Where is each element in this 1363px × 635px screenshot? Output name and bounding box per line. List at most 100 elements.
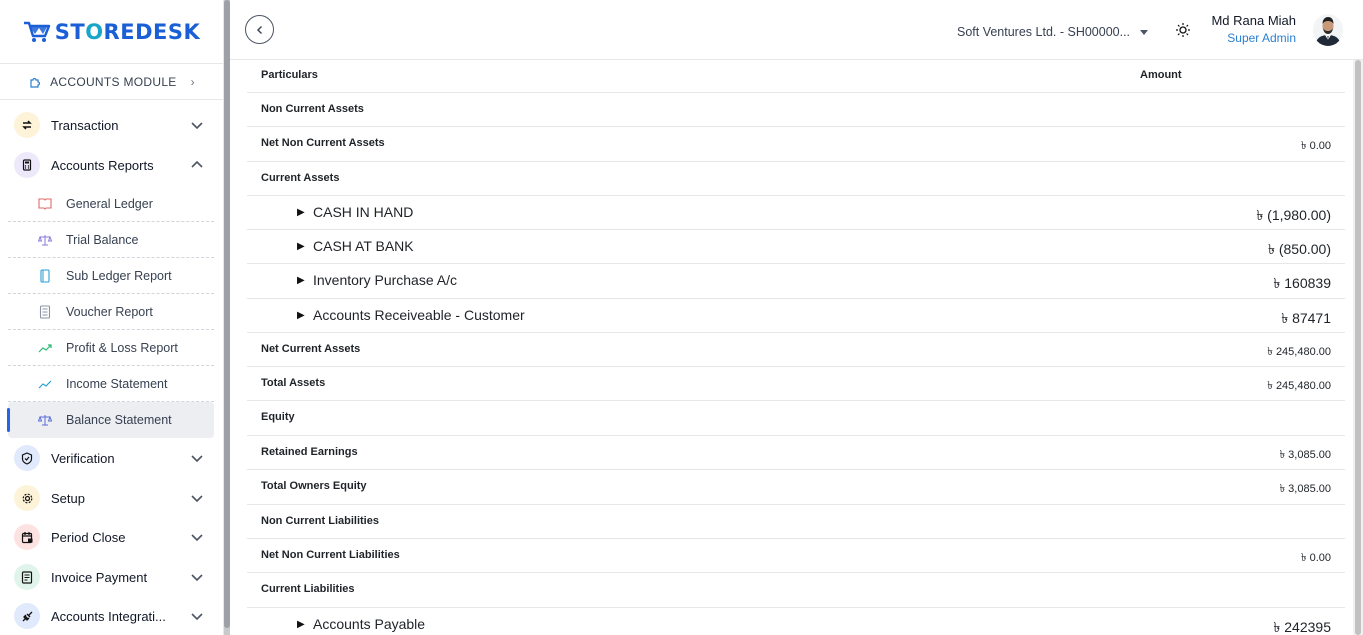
theme-toggle-sun-icon[interactable] [1175, 22, 1191, 38]
invoice-icon [14, 564, 40, 590]
row-amount: ৳ 87471 [1281, 310, 1331, 326]
chevron-down-icon [191, 495, 203, 503]
table-row: Current Liabilities [247, 573, 1345, 608]
sidebar-item-voucher-report[interactable]: Voucher Report [8, 294, 214, 330]
document-icon [38, 304, 52, 319]
chevron-right-icon: › [190, 74, 195, 89]
module-switcher[interactable]: ACCOUNTS MODULE › [0, 64, 223, 100]
table-row: Equity [247, 401, 1345, 436]
expand-triangle-icon[interactable]: ▶ [297, 241, 305, 252]
chevron-left-icon [256, 25, 262, 34]
back-button[interactable] [245, 15, 274, 44]
table-row: Net Non Current Assets ৳ 0.00 [247, 127, 1345, 162]
sidebar-item-income-statement[interactable]: Income Statement [8, 366, 214, 402]
sidebar-group-label: Invoice Payment [51, 569, 148, 585]
sidebar-group-period-close[interactable]: Period Close [0, 517, 223, 557]
row-particular: CASH AT BANK [313, 238, 414, 254]
sidebar-item-label: Income Statement [66, 376, 168, 391]
table-row-expandable[interactable]: ▶ Accounts Payable ৳ 242395 [247, 608, 1345, 635]
puzzle-icon [30, 77, 41, 88]
row-amount: ৳ 0.00 [1301, 552, 1331, 564]
row-amount: ৳ 0.00 [1301, 140, 1331, 152]
expand-triangle-icon[interactable]: ▶ [297, 275, 305, 286]
row-particular: Inventory Purchase A/c [313, 272, 457, 288]
sidebar-group-accounts-reports[interactable]: Accounts Reports [0, 145, 223, 185]
table-row: Total Owners Equity ৳ 3,085.00 [247, 470, 1345, 505]
content-scrollbar-thumb[interactable] [1355, 60, 1361, 635]
table-row-expandable[interactable]: ▶ Inventory Purchase A/c ৳ 160839 [247, 264, 1345, 299]
sidebar-item-label: Balance Statement [66, 413, 172, 427]
user-role: Super Admin [1227, 31, 1296, 45]
row-particular: Net Non Current Assets [261, 137, 385, 149]
caret-down-icon[interactable] [1140, 30, 1148, 35]
sidebar-group-invoice-payment[interactable]: Invoice Payment [0, 557, 223, 597]
sidebar-group-label: Period Close [51, 529, 126, 545]
sidebar: STOREDESK ACCOUNTS MODULE › Transaction … [0, 0, 224, 635]
sidebar-item-trial-balance[interactable]: Trial Balance [8, 222, 214, 258]
expand-triangle-icon[interactable]: ▶ [297, 207, 305, 218]
row-amount: ৳ 245,480.00 [1267, 380, 1331, 392]
balance-statement-panel: Particulars Amount Non Current Assets Net… [230, 60, 1363, 635]
sidebar-item-label: Trial Balance [66, 232, 139, 247]
company-selector[interactable]: Soft Ventures Ltd. - SH00000... [957, 25, 1130, 39]
row-particular: Accounts Receiveable - Customer [313, 307, 525, 323]
table-row: Retained Earnings ৳ 3,085.00 [247, 436, 1345, 470]
expand-triangle-icon[interactable]: ▶ [297, 619, 305, 630]
sidebar-item-profit-loss-report[interactable]: Profit & Loss Report [8, 330, 214, 366]
sidebar-group-label: Verification [51, 450, 115, 466]
sidebar-group-label: Accounts Reports [51, 157, 154, 173]
table-row-expandable[interactable]: ▶ CASH IN HAND ৳ (1,980.00) [247, 196, 1345, 230]
book-icon [38, 197, 52, 211]
row-amount: ৳ 242395 [1273, 619, 1331, 635]
chevron-down-icon [191, 613, 203, 621]
row-particular: Retained Earnings [261, 446, 358, 458]
sidebar-group-label: Transaction [51, 117, 119, 133]
user-name: Md Rana Miah [1211, 13, 1296, 28]
sidebar-group-setup[interactable]: Setup [0, 478, 223, 518]
arrows-exchange-icon [14, 112, 40, 138]
table-row: Non Current Liabilities [247, 505, 1345, 539]
sidebar-item-label: Sub Ledger Report [66, 268, 172, 283]
sidebar-group-transaction[interactable]: Transaction [0, 105, 223, 145]
sidebar-group-accounts-integration[interactable]: Accounts Integrati... [0, 596, 223, 635]
content-scrollbar[interactable] [1353, 60, 1363, 635]
chevron-down-icon [191, 534, 203, 542]
row-particular: Current Liabilities [261, 583, 355, 595]
table-row: Non Current Assets [247, 93, 1345, 127]
chevron-down-icon [191, 574, 203, 582]
row-amount: ৳ 245,480.00 [1267, 346, 1331, 358]
table-row-expandable[interactable]: ▶ CASH AT BANK ৳ (850.00) [247, 230, 1345, 264]
sidebar-item-label: General Ledger [66, 196, 153, 211]
table-row: Total Assets ৳ 245,480.00 [247, 367, 1345, 401]
calculator-icon [14, 152, 40, 178]
row-amount: ৳ 3,085.00 [1279, 449, 1331, 461]
sidebar-item-balance-statement[interactable]: Balance Statement [7, 402, 214, 438]
row-particular: Non Current Assets [261, 103, 364, 115]
scale-icon [38, 233, 52, 247]
table-row: Net Non Current Liabilities ৳ 0.00 [247, 539, 1345, 573]
table-row-expandable[interactable]: ▶ Accounts Receiveable - Customer ৳ 87471 [247, 299, 1345, 333]
row-amount: ৳ (850.00) [1267, 241, 1331, 257]
shield-check-icon [14, 445, 40, 471]
trend-line-icon [38, 377, 52, 391]
table-row: Current Assets [247, 162, 1345, 196]
row-particular: Net Current Assets [261, 343, 361, 355]
col-header-particulars: Particulars [261, 69, 318, 81]
row-particular: Non Current Liabilities [261, 515, 379, 527]
trend-up-icon [38, 341, 52, 355]
sidebar-item-sub-ledger-report[interactable]: Sub Ledger Report [8, 258, 214, 294]
sidebar-item-general-ledger[interactable]: General Ledger [8, 186, 214, 222]
row-particular: Current Assets [261, 172, 340, 184]
chevron-down-icon [191, 122, 203, 130]
row-particular: Total Owners Equity [261, 480, 367, 492]
sidebar-group-label: Setup [51, 490, 85, 506]
brand-name: STOREDESK [54, 19, 201, 44]
expand-triangle-icon[interactable]: ▶ [297, 310, 305, 321]
table-header-row: Particulars Amount [247, 60, 1345, 93]
sidebar-group-verification[interactable]: Verification [0, 438, 223, 478]
logo[interactable]: STOREDESK [0, 0, 223, 64]
row-particular: Net Non Current Liabilities [261, 549, 400, 561]
row-particular: Equity [261, 411, 295, 423]
avatar[interactable] [1313, 14, 1343, 46]
gear-icon [14, 485, 40, 511]
